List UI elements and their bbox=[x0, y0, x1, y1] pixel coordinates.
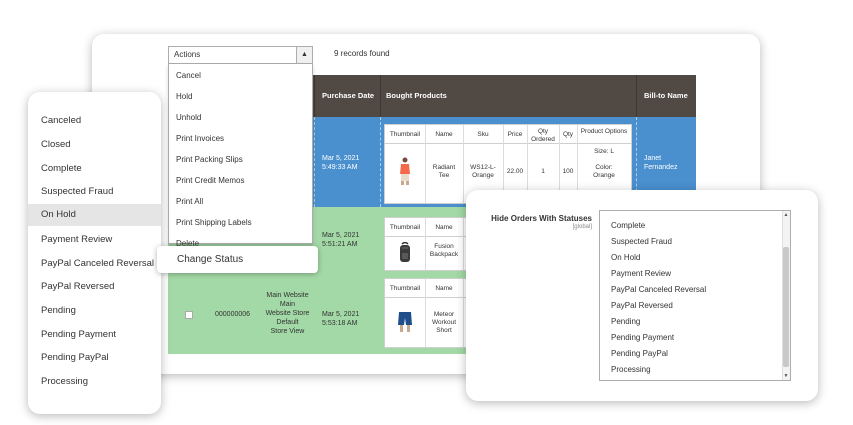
menu-item-hold[interactable]: Hold bbox=[176, 92, 192, 101]
order-id-cell: 000000006 bbox=[215, 311, 251, 318]
product-qty-ordered: 1 bbox=[541, 168, 545, 175]
status-item-payment-review[interactable]: Payment Review bbox=[28, 229, 161, 251]
header-product-options: Product Options bbox=[580, 128, 628, 135]
column-bought-products[interactable]: Bought Products bbox=[386, 75, 447, 117]
product-thumbnail bbox=[398, 312, 412, 332]
status-item-closed[interactable]: Closed bbox=[28, 134, 161, 156]
menu-item-print-invoices[interactable]: Print Invoices bbox=[176, 134, 224, 143]
option-pending[interactable]: Pending bbox=[611, 317, 640, 326]
option-pending-paypal[interactable]: Pending PayPal bbox=[611, 349, 668, 358]
header-qty-ordered: Qty Ordered bbox=[531, 128, 555, 143]
column-divider bbox=[463, 279, 464, 347]
hide-statuses-label: Hide Orders With Statuses bbox=[491, 214, 592, 223]
option-processing[interactable]: Processing bbox=[611, 365, 651, 374]
status-item-pending-paypal[interactable]: Pending PayPal bbox=[28, 347, 161, 369]
bill-to-name-cell: Janet Fernandez bbox=[644, 155, 678, 171]
column-divider bbox=[636, 75, 637, 117]
header-qty: Qty bbox=[562, 131, 574, 138]
menu-item-cancel[interactable]: Cancel bbox=[176, 71, 201, 80]
product-name: Fusion Backpack bbox=[429, 243, 459, 258]
status-item-paypal-canceled-reversal[interactable]: PayPal Canceled Reversal bbox=[28, 253, 161, 275]
menu-item-print-credit-memos[interactable]: Print Credit Memos bbox=[176, 176, 244, 185]
config-card: Hide Orders With Statuses [global] Compl… bbox=[466, 190, 818, 401]
row-checkbox[interactable] bbox=[185, 311, 193, 319]
option-pending-payment[interactable]: Pending Payment bbox=[611, 333, 674, 342]
status-item-on-hold[interactable]: On Hold bbox=[28, 204, 161, 226]
header-thumbnail: Thumbnail bbox=[389, 131, 421, 138]
column-bill-to-name[interactable]: Bill-to Name bbox=[644, 75, 688, 117]
scrollbar-thumb[interactable] bbox=[783, 247, 789, 367]
purchase-date-cell: Mar 5, 2021 5:51:21 AM bbox=[322, 232, 360, 248]
status-item-pending-payment[interactable]: Pending Payment bbox=[28, 324, 161, 346]
records-count: 9 records found bbox=[334, 49, 390, 58]
menu-item-print-all[interactable]: Print All bbox=[176, 197, 203, 206]
column-divider bbox=[314, 117, 315, 207]
scroll-up-icon[interactable]: ▲ bbox=[782, 212, 790, 218]
actions-menu: Cancel Hold Unhold Print Invoices Print … bbox=[168, 64, 313, 248]
column-divider bbox=[380, 75, 381, 117]
status-item-complete[interactable]: Complete bbox=[28, 158, 161, 180]
product-qty: 100 bbox=[562, 168, 574, 175]
option-suspected-fraud[interactable]: Suspected Fraud bbox=[611, 237, 672, 246]
column-divider bbox=[380, 117, 381, 207]
header-name: Name bbox=[435, 285, 453, 292]
hide-statuses-multiselect[interactable]: Complete Suspected Fraud On Hold Payment… bbox=[599, 210, 791, 381]
column-divider bbox=[463, 218, 464, 270]
header-name: Name bbox=[435, 224, 453, 231]
product-sku: WS12-L- Orange bbox=[470, 164, 496, 179]
header-name: Name bbox=[435, 131, 453, 138]
actions-label: Actions bbox=[174, 50, 201, 59]
option-complete[interactable]: Complete bbox=[611, 221, 645, 230]
column-purchase-date[interactable]: Purchase Date bbox=[322, 75, 374, 117]
caret-up-icon[interactable]: ▲ bbox=[296, 47, 312, 63]
scroll-down-icon[interactable]: ▼ bbox=[782, 373, 790, 379]
products-table-header: Thumbnail Name Sku Price Qty Ordered Qty… bbox=[385, 125, 631, 144]
product-thumbnail bbox=[400, 242, 410, 262]
header-thumbnail: Thumbnail bbox=[389, 285, 421, 292]
product-name: Radiant Tee bbox=[432, 164, 456, 179]
scope-label: [global] bbox=[572, 224, 592, 230]
product-price: 22.00 bbox=[506, 168, 524, 175]
change-status-menu-item[interactable]: Change Status bbox=[157, 246, 318, 273]
product-options: Size: L Color: Orange bbox=[593, 148, 615, 179]
status-item-processing[interactable]: Processing bbox=[28, 371, 161, 393]
header-sku: Sku bbox=[477, 131, 489, 138]
product-thumbnail bbox=[400, 157, 410, 185]
actions-dropdown[interactable]: Actions ▲ bbox=[168, 46, 313, 64]
status-list-card: Canceled Closed Complete Suspected Fraud… bbox=[28, 92, 161, 414]
menu-item-print-shipping-labels[interactable]: Print Shipping Labels bbox=[176, 218, 252, 227]
menu-item-unhold[interactable]: Unhold bbox=[176, 113, 201, 122]
option-payment-review[interactable]: Payment Review bbox=[611, 269, 671, 278]
product-name: Meteor Workout Short bbox=[431, 311, 457, 334]
menu-item-print-packing-slips[interactable]: Print Packing Slips bbox=[176, 155, 243, 164]
header-thumbnail: Thumbnail bbox=[389, 224, 421, 231]
option-paypal-canceled-reversal[interactable]: PayPal Canceled Reversal bbox=[611, 285, 706, 294]
scrollbar[interactable]: ▲ ▼ bbox=[782, 211, 790, 380]
status-item-paypal-reversed[interactable]: PayPal Reversed bbox=[28, 276, 161, 298]
option-on-hold[interactable]: On Hold bbox=[611, 253, 640, 262]
purchase-point-cell: Main Website Main Website Store Default … bbox=[265, 292, 310, 335]
status-item-suspected-fraud[interactable]: Suspected Fraud bbox=[28, 181, 161, 203]
header-price: Price bbox=[507, 131, 523, 138]
status-item-pending[interactable]: Pending bbox=[28, 300, 161, 322]
status-item-canceled[interactable]: Canceled bbox=[28, 110, 161, 132]
purchase-date-cell: Mar 5, 2021 5:49:33 AM bbox=[322, 155, 360, 171]
option-paypal-reversed[interactable]: PayPal Reversed bbox=[611, 301, 673, 310]
column-divider bbox=[314, 75, 315, 117]
purchase-date-cell: Mar 5, 2021 5:53:18 AM bbox=[322, 311, 360, 327]
